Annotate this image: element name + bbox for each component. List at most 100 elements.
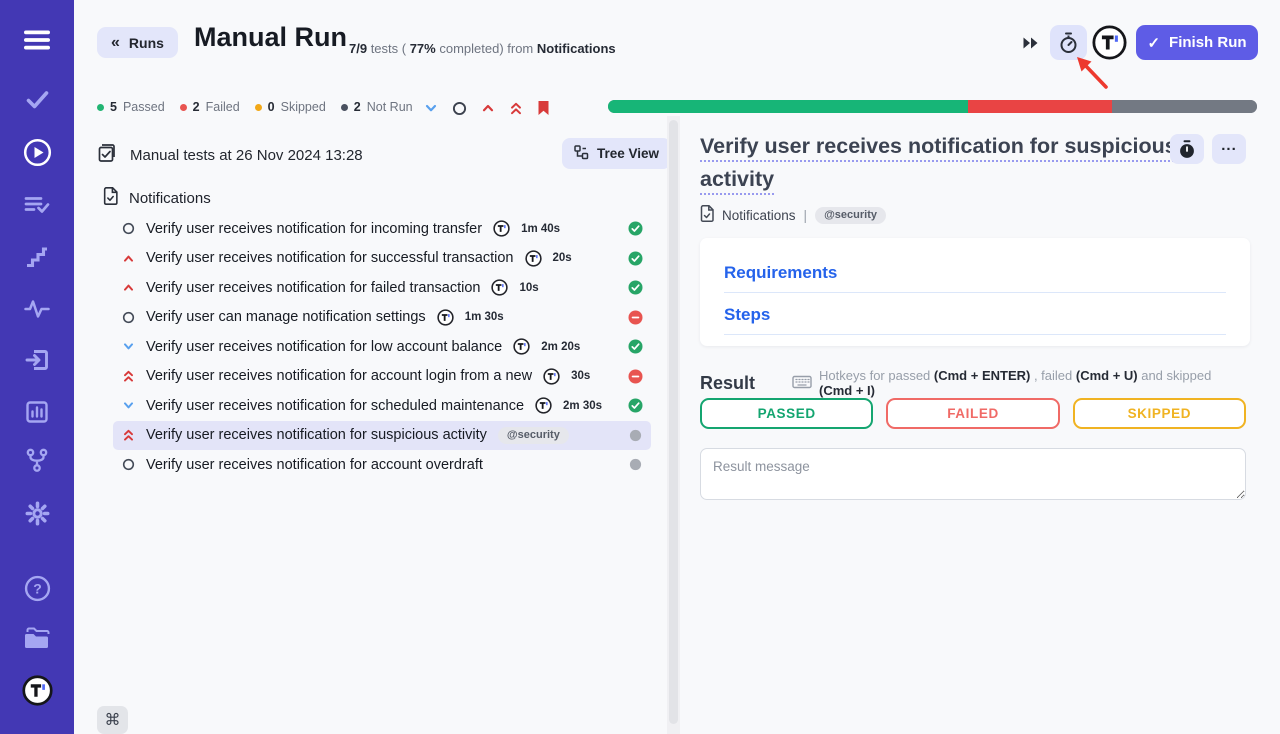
test-row[interactable]: Verify user receives notification for ac… xyxy=(113,450,651,480)
priority-down-icon xyxy=(121,399,135,412)
section-steps[interactable]: Steps xyxy=(724,305,1226,335)
test-list: Verify user receives notification for in… xyxy=(113,214,651,480)
more-options-button[interactable]: ... xyxy=(1212,134,1246,164)
testomatio-logo-icon[interactable] xyxy=(1092,25,1127,60)
test-title: Verify user receives notification for su… xyxy=(146,427,487,443)
priority-circle-icon xyxy=(121,458,135,471)
priority-up-icon xyxy=(121,252,135,265)
summary-skipped: 0Skipped xyxy=(255,100,326,114)
status-passed-icon xyxy=(628,398,643,413)
run-list-header: Manual tests at 26 Nov 2024 13:28 xyxy=(97,143,363,167)
result-heading: Result xyxy=(700,373,755,394)
completed-percent: 77% xyxy=(410,41,436,56)
timer-button[interactable] xyxy=(1050,25,1087,60)
check-icon: ✓ xyxy=(1147,34,1160,52)
test-row[interactable]: Verify user can manage notification sett… xyxy=(113,303,651,333)
test-row[interactable]: Verify user receives notification for fa… xyxy=(113,273,651,303)
testomatio-logo-icon[interactable] xyxy=(0,676,74,704)
import-icon[interactable] xyxy=(0,346,74,374)
test-row[interactable]: Verify user receives notification for ac… xyxy=(113,362,651,392)
document-icon xyxy=(700,205,714,225)
status-passed-icon xyxy=(628,339,643,354)
failed-button[interactable]: FAILED xyxy=(886,398,1059,429)
document-icon xyxy=(103,187,118,209)
test-plans-icon[interactable] xyxy=(0,191,74,219)
steps-stairs-icon[interactable] xyxy=(0,243,74,271)
test-row[interactable]: Verify user receives notification for su… xyxy=(113,421,651,451)
testomatio-icon xyxy=(491,279,508,296)
analytics-icon[interactable] xyxy=(0,398,74,426)
tree-view-button[interactable]: Tree View xyxy=(562,138,671,169)
summary-dot xyxy=(180,104,187,111)
summary-dot xyxy=(97,104,104,111)
status-passed-icon xyxy=(628,221,643,236)
fast-forward-icon[interactable] xyxy=(1022,36,1039,55)
bookmark-icon[interactable] xyxy=(537,100,550,116)
progress-segment-passed xyxy=(608,100,968,113)
skipped-button[interactable]: SKIPPED xyxy=(1073,398,1246,429)
svg-text:?: ? xyxy=(33,580,42,596)
test-title: Verify user receives notification for lo… xyxy=(146,339,502,355)
runs-play-icon[interactable] xyxy=(0,138,74,166)
tree-icon xyxy=(574,145,589,163)
progress-bar xyxy=(608,100,1257,113)
help-icon[interactable]: ? xyxy=(0,574,74,602)
keyboard-icon xyxy=(792,375,812,392)
menu-icon[interactable] xyxy=(0,26,74,54)
verdict-buttons: PASSED FAILED SKIPPED xyxy=(700,398,1246,429)
priority-double-up-icon xyxy=(121,369,135,383)
test-row[interactable]: Verify user receives notification for sc… xyxy=(113,391,651,421)
priority-up-icon xyxy=(121,281,135,294)
pulse-icon[interactable] xyxy=(0,295,74,323)
test-duration: 20s xyxy=(553,252,572,264)
finish-run-button[interactable]: ✓ Finish Run xyxy=(1136,25,1258,60)
projects-folder-icon[interactable] xyxy=(0,624,74,652)
detail-timer-button[interactable] xyxy=(1170,134,1204,164)
priority-normal-icon[interactable] xyxy=(452,101,467,116)
back-to-runs-button[interactable]: « Runs xyxy=(97,27,178,58)
test-row[interactable]: Verify user receives notification for lo… xyxy=(113,332,651,362)
section-requirements[interactable]: Requirements xyxy=(724,263,1226,293)
test-title: Verify user receives notification for su… xyxy=(146,250,514,266)
run-list-title: Manual tests at 26 Nov 2024 13:28 xyxy=(130,147,363,164)
tag-pill[interactable]: @security xyxy=(815,207,886,224)
suite-folder-label: Notifications xyxy=(129,190,211,207)
hotkeys-text: Hotkeys for passed (Cmd + ENTER) , faile… xyxy=(819,368,1246,398)
suite-name: Notifications xyxy=(537,41,616,56)
test-row[interactable]: Verify user receives notification for su… xyxy=(113,244,651,274)
priority-double-up-icon xyxy=(121,428,135,442)
test-title: Verify user receives notification for ac… xyxy=(146,457,483,473)
double-chevron-left-icon: « xyxy=(111,34,120,52)
progress-segment-failed xyxy=(968,100,1112,113)
test-title: Verify user receives notification for fa… xyxy=(146,280,480,296)
breadcrumb-folder[interactable]: Notifications xyxy=(722,208,796,223)
test-title: Verify user receives notification for sc… xyxy=(146,398,524,414)
test-detail-title[interactable]: Verify user receives notification for su… xyxy=(700,130,1180,196)
test-row[interactable]: Verify user receives notification for in… xyxy=(113,214,651,244)
priority-low-icon[interactable] xyxy=(424,101,438,115)
checklist-icon xyxy=(97,143,117,167)
summary-dot xyxy=(255,104,262,111)
scrollbar-thumb[interactable] xyxy=(669,120,678,724)
back-label: Runs xyxy=(129,35,164,51)
priority-high-icon[interactable] xyxy=(481,101,495,115)
tests-count: 7/9 xyxy=(349,41,367,56)
testomatio-icon xyxy=(493,220,510,237)
command-key-button[interactable]: ⌘ xyxy=(97,706,128,734)
result-message-input[interactable] xyxy=(700,448,1246,500)
test-duration: 10s xyxy=(519,282,538,294)
testomatio-icon xyxy=(437,309,454,326)
detail-breadcrumb: Notifications | @security xyxy=(700,205,886,225)
settings-gear-icon[interactable] xyxy=(0,499,74,527)
vertical-scrollbar[interactable] xyxy=(667,116,680,734)
priority-critical-icon[interactable] xyxy=(509,101,523,116)
tests-check-icon[interactable] xyxy=(0,86,74,114)
test-tag: @security xyxy=(498,427,569,444)
status-failed-icon xyxy=(628,369,643,384)
passed-button[interactable]: PASSED xyxy=(700,398,873,429)
test-duration: 1m 40s xyxy=(521,223,560,235)
status-passed-icon xyxy=(628,251,643,266)
branches-icon[interactable] xyxy=(0,446,74,474)
testomatio-icon xyxy=(543,368,560,385)
suite-folder-row[interactable]: Notifications xyxy=(103,187,211,209)
